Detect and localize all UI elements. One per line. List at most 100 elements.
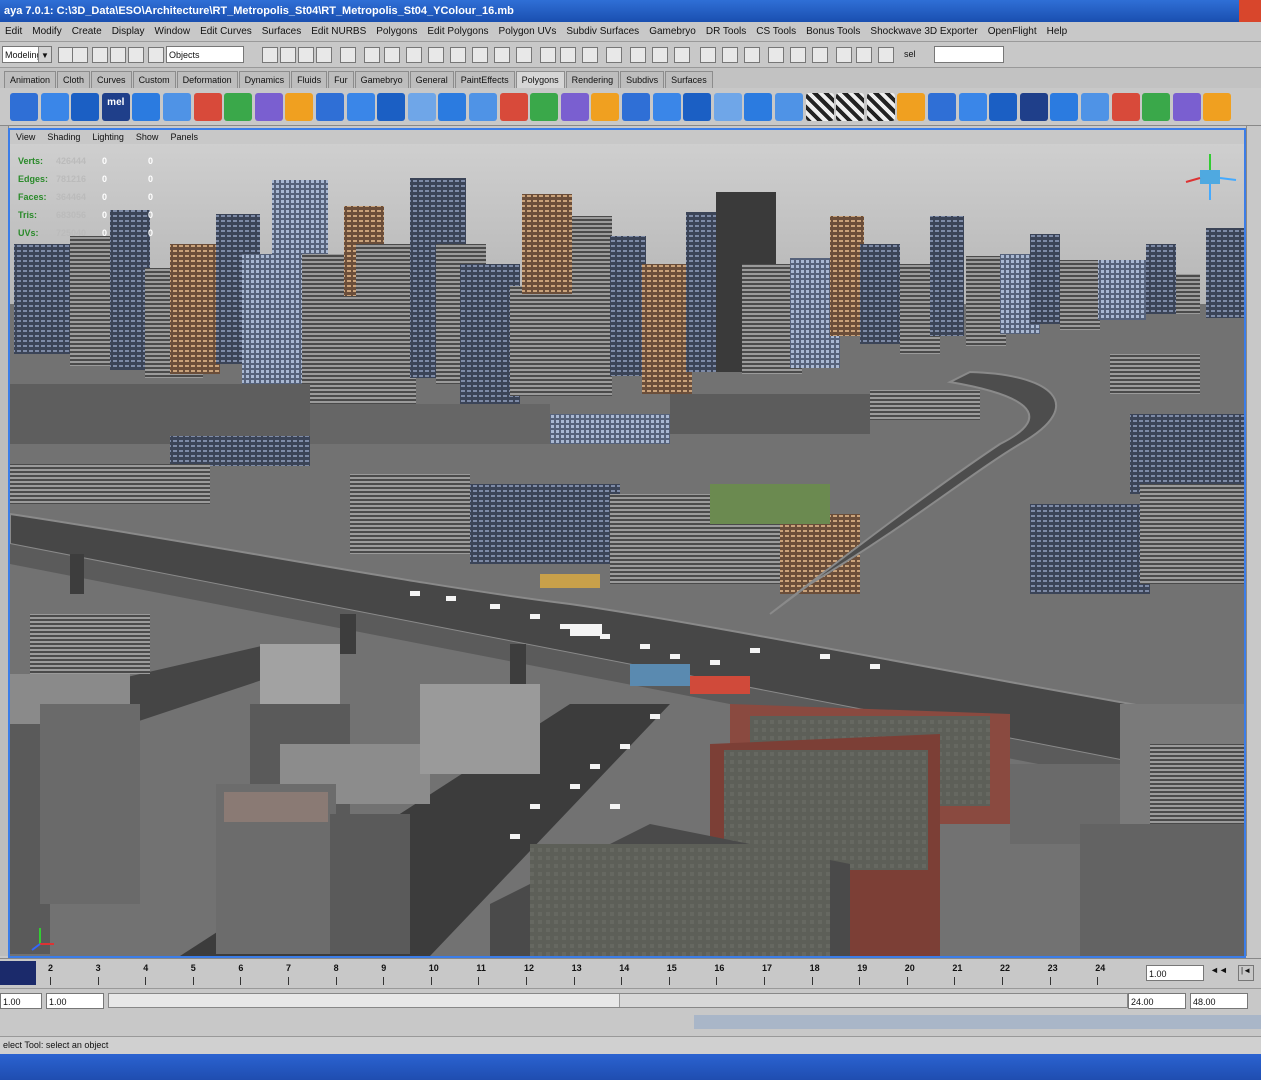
range-end-field[interactable]: 24.00	[1128, 993, 1186, 1009]
menu-bonus-tools[interactable]: Bonus Tools	[801, 26, 865, 37]
append-icon[interactable]	[285, 93, 314, 121]
status-line-icon[interactable]	[384, 47, 400, 63]
menu-subdiv-surfaces[interactable]: Subdiv Surfaces	[561, 26, 644, 37]
status-line-icon[interactable]	[128, 47, 144, 63]
collapse-icon[interactable]	[560, 93, 589, 121]
status-line-icon[interactable]	[298, 47, 314, 63]
status-line-icon[interactable]	[316, 47, 332, 63]
shelf-tab-polygons[interactable]: Polygons	[515, 71, 565, 88]
status-line-icon[interactable]	[700, 47, 716, 63]
shelf-tab-cloth[interactable]: Cloth	[57, 71, 91, 88]
end-time-field[interactable]: 48.00	[1190, 993, 1248, 1009]
status-line-icon[interactable]	[560, 47, 576, 63]
menu-polygons[interactable]: Polygons	[371, 26, 422, 37]
sphere-icon[interactable]	[10, 93, 38, 121]
menuset-dropdown[interactable]: Modeling ▼	[2, 46, 52, 63]
current-time-field[interactable]: 1.00	[1146, 965, 1204, 981]
soccer-icon[interactable]	[224, 93, 253, 121]
status-line-icon[interactable]	[472, 47, 488, 63]
close-button[interactable]	[1239, 0, 1261, 22]
torus-icon[interactable]	[193, 93, 222, 121]
selection-mask-dropdown[interactable]: Objects	[166, 46, 244, 63]
sub-div-icon[interactable]	[989, 93, 1018, 121]
menu-help[interactable]: Help	[1042, 26, 1073, 37]
cube-icon[interactable]	[40, 93, 69, 121]
status-line-icon[interactable]	[516, 47, 532, 63]
status-line-icon[interactable]	[280, 47, 296, 63]
shelf-tab-custom[interactable]: Custom	[132, 71, 176, 88]
sel-field[interactable]: sel	[902, 46, 932, 63]
grid-icon[interactable]	[1172, 93, 1201, 121]
smooth-icon[interactable]	[407, 93, 436, 121]
menu-display[interactable]: Display	[107, 26, 150, 37]
start-time-field[interactable]: 1.00	[0, 993, 42, 1009]
cone-icon[interactable]	[132, 93, 161, 121]
flip-icon[interactable]	[1111, 93, 1140, 121]
menu-shockwave-3d-exporter[interactable]: Shockwave 3D Exporter	[865, 26, 982, 37]
sort-icon[interactable]	[1142, 93, 1171, 121]
menu-edit-curves[interactable]: Edit Curves	[195, 26, 257, 37]
shelf-tab-dynamics[interactable]: Dynamics	[238, 71, 291, 88]
menu-edit-polygons[interactable]: Edit Polygons	[422, 26, 493, 37]
status-line-icon[interactable]	[630, 47, 646, 63]
panel-menu-show[interactable]: Show	[130, 132, 165, 142]
shelf-tab-deformation[interactable]: Deformation	[176, 71, 238, 88]
checker2-icon[interactable]	[836, 93, 865, 121]
menu-edit[interactable]: Edit	[0, 26, 27, 37]
shelf-tab-painteffects[interactable]: PaintEffects	[454, 71, 515, 88]
tri-icon[interactable]	[1081, 93, 1109, 121]
shelf-tab-general[interactable]: General	[409, 71, 454, 88]
range-bar[interactable]	[108, 993, 1128, 1008]
status-line-icon[interactable]	[540, 47, 556, 63]
history-icon[interactable]	[928, 93, 956, 121]
menu-modify[interactable]: Modify	[27, 26, 66, 37]
menu-cs-tools[interactable]: CS Tools	[751, 26, 801, 37]
extrude-icon[interactable]	[254, 93, 283, 121]
menu-dr-tools[interactable]: DR Tools	[701, 26, 751, 37]
status-line-icon[interactable]	[406, 47, 422, 63]
range-handle[interactable]	[109, 994, 620, 1007]
status-line-icon[interactable]	[856, 47, 872, 63]
shelf-tab-gamebryo[interactable]: Gamebryo	[354, 71, 409, 88]
uv-editor-icon[interactable]	[897, 93, 926, 121]
shelf-tab-curves[interactable]: Curves	[91, 71, 132, 88]
paint-icon[interactable]	[958, 93, 987, 121]
status-line-icon[interactable]	[262, 47, 278, 63]
status-line-icon[interactable]	[768, 47, 784, 63]
quick-select-field[interactable]	[934, 46, 1004, 63]
menu-edit-nurbs[interactable]: Edit NURBS	[306, 26, 371, 37]
menu-openflight[interactable]: OpenFlight	[983, 26, 1042, 37]
merge-icon[interactable]	[530, 93, 559, 121]
shelf-tab-rendering[interactable]: Rendering	[565, 71, 620, 88]
uv-map-icon[interactable]	[652, 93, 681, 121]
status-line-icon[interactable]	[428, 47, 444, 63]
status-line-icon[interactable]	[812, 47, 828, 63]
checker3-icon[interactable]	[866, 93, 895, 121]
city-scene[interactable]	[10, 144, 1244, 956]
status-line-icon[interactable]	[878, 47, 894, 63]
menu-polygon-uvs[interactable]: Polygon UVs	[494, 26, 562, 37]
normals-icon[interactable]	[622, 93, 650, 121]
combine-icon[interactable]	[346, 93, 375, 121]
status-line-icon[interactable]	[72, 47, 88, 63]
shelf-tab-fur[interactable]: Fur	[328, 71, 354, 88]
shelf-tab-subdivs[interactable]: Subdivs	[620, 71, 665, 88]
spherical-icon[interactable]	[744, 93, 773, 121]
plane-icon[interactable]	[163, 93, 191, 121]
mel-clean-icon[interactable]	[1019, 93, 1048, 121]
panel-menu-panels[interactable]: Panels	[164, 132, 204, 142]
status-line-icon[interactable]	[606, 47, 622, 63]
cylinder-icon[interactable]	[71, 93, 100, 121]
status-line-icon[interactable]	[744, 47, 760, 63]
step-back-button[interactable]: ◄◄	[1210, 965, 1228, 975]
shelf-tab-animation[interactable]: Animation	[4, 71, 57, 88]
split-icon[interactable]	[316, 93, 344, 121]
panel-menu-shading[interactable]: Shading	[41, 132, 86, 142]
separate-icon[interactable]	[377, 93, 406, 121]
status-line-icon[interactable]	[148, 47, 164, 63]
menu-surfaces[interactable]: Surfaces	[257, 26, 306, 37]
status-line-icon[interactable]	[110, 47, 126, 63]
panel-menu-lighting[interactable]: Lighting	[86, 132, 130, 142]
current-frame-marker[interactable]	[0, 961, 36, 985]
play-back-button[interactable]: |◄	[1238, 965, 1254, 981]
